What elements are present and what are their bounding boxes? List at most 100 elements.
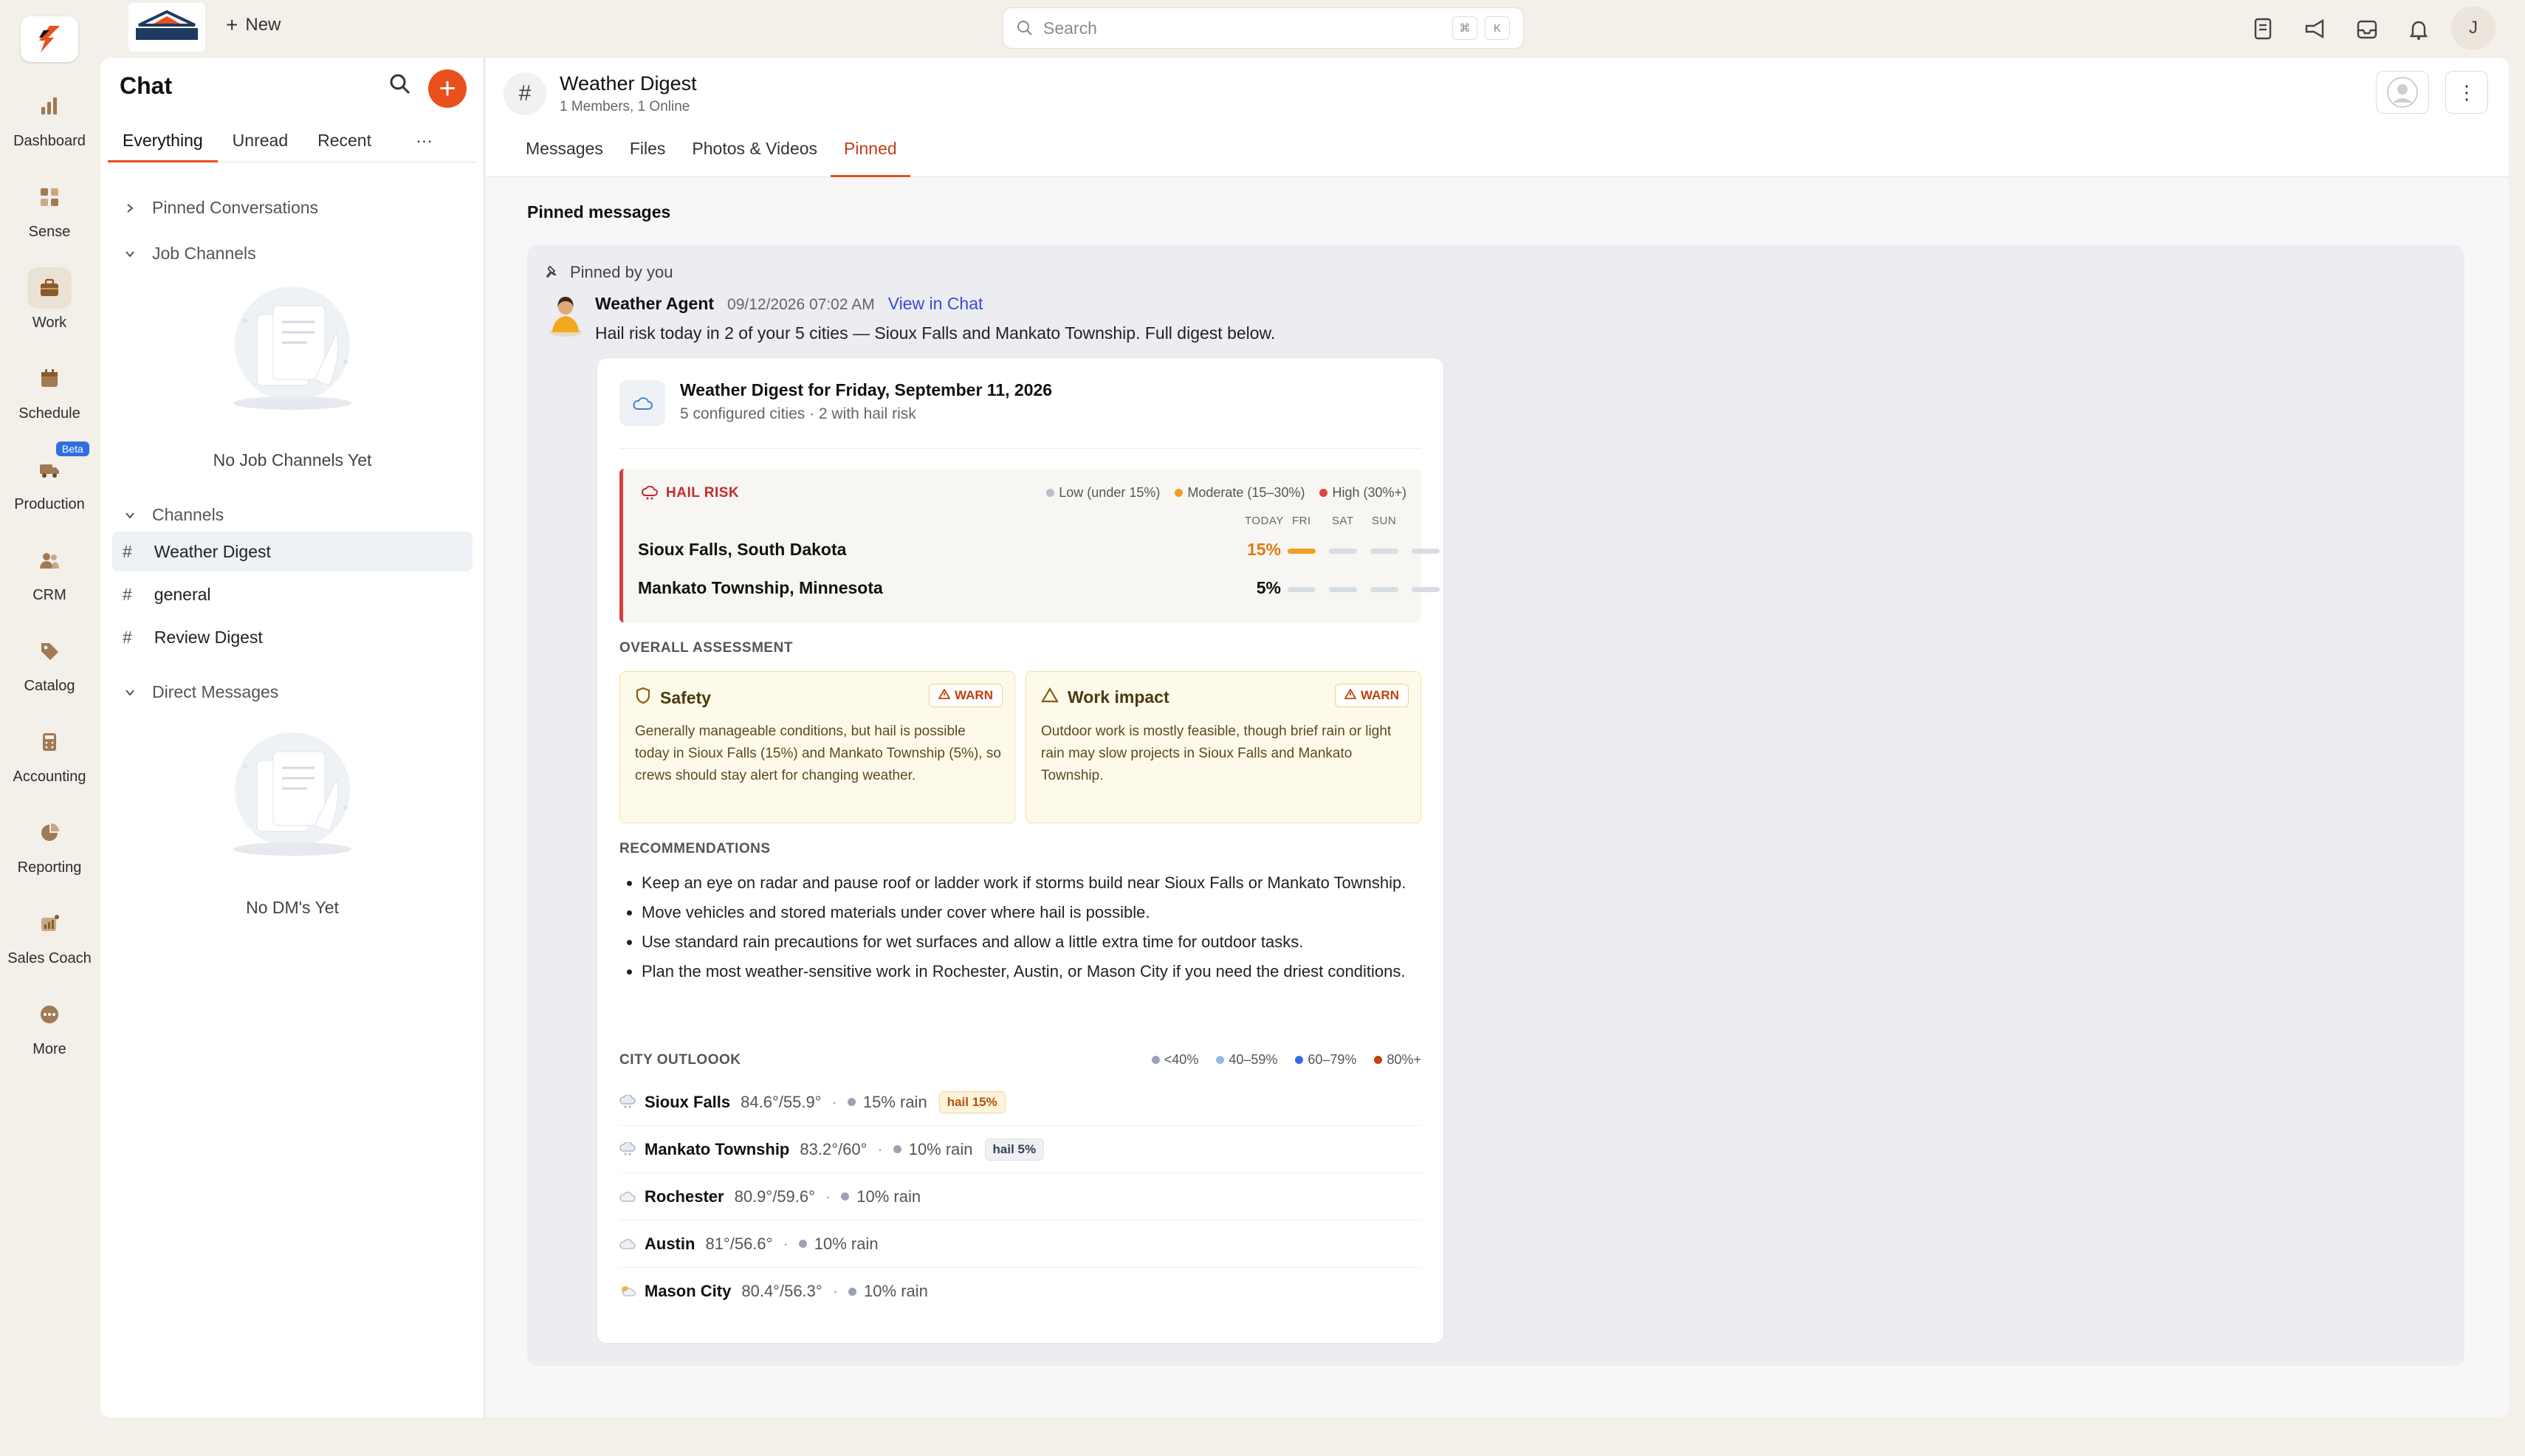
nav-item-sales-coach[interactable]: Sales Coach bbox=[0, 903, 99, 967]
channel-tabs: Messages Files Photos & Videos Pinned bbox=[512, 131, 910, 177]
tab-photos-videos[interactable]: Photos & Videos bbox=[679, 131, 831, 177]
city-rain: 15% rain bbox=[847, 1093, 927, 1112]
shield-icon bbox=[635, 687, 651, 709]
tab-files[interactable]: Files bbox=[616, 131, 679, 177]
inbox-icon[interactable] bbox=[2354, 16, 2380, 43]
tag-icon bbox=[27, 631, 72, 672]
calculator-icon bbox=[27, 721, 72, 763]
nav-label: CRM bbox=[32, 587, 66, 603]
warn-label: WARN bbox=[1361, 688, 1399, 702]
legend-dot bbox=[1319, 489, 1328, 497]
left-nav: Dashboard Sense Work Schedule Beta Production… bbox=[0, 0, 99, 1456]
city-row: Austin 81°/56.6° · 10% rain bbox=[619, 1220, 1421, 1268]
outlook-legend: <40% 40–59% 60–79% 80%+ bbox=[1151, 1052, 1421, 1068]
cloud-icon bbox=[619, 380, 665, 426]
nav-item-work[interactable]: Work bbox=[0, 267, 99, 332]
coach-icon bbox=[27, 903, 72, 944]
brand-logo[interactable] bbox=[128, 3, 205, 52]
pinned-heading: Pinned messages bbox=[527, 202, 671, 222]
warn-badge: WARN bbox=[1335, 684, 1409, 707]
pinned-by: Pinned by you bbox=[545, 263, 673, 282]
calendar-icon bbox=[27, 358, 72, 399]
hail-badge: hail 15% bbox=[938, 1091, 1006, 1113]
city-temp: 83.2°/60° bbox=[800, 1139, 868, 1158]
add-chat-button[interactable]: + bbox=[428, 69, 467, 108]
nav-item-catalog[interactable]: Catalog bbox=[0, 631, 99, 695]
more-tabs-icon[interactable]: ··· bbox=[401, 126, 447, 162]
nav-item-crm[interactable]: CRM bbox=[0, 540, 99, 604]
legend-dot bbox=[1175, 489, 1184, 497]
nav-item-production[interactable]: Beta Production bbox=[0, 442, 99, 513]
assessment-body: Generally manageable conditions, but hai… bbox=[635, 724, 1002, 783]
hail-risk-label: HAIL RISK bbox=[666, 485, 740, 501]
chevron-down-icon bbox=[123, 685, 137, 700]
legend-dot bbox=[1216, 1056, 1225, 1064]
nav-item-schedule[interactable]: Schedule bbox=[0, 358, 99, 422]
assessment-card-safety: Safety WARN Generally manageable condition… bbox=[619, 671, 1015, 823]
section-job-channels[interactable]: Job Channels bbox=[123, 244, 256, 264]
city-name: Mason City bbox=[645, 1282, 732, 1300]
cloud-hail-icon bbox=[641, 486, 658, 500]
nav-item-reporting[interactable]: Reporting bbox=[0, 812, 99, 876]
tab-everything[interactable]: Everything bbox=[108, 126, 218, 162]
legend-item: <40% bbox=[1151, 1052, 1198, 1068]
pin-icon bbox=[546, 265, 557, 278]
tab-recent[interactable]: Recent bbox=[303, 126, 386, 162]
hash-icon: # bbox=[123, 541, 132, 561]
city-row: Rochester 80.9°/59.6° · 10% rain bbox=[619, 1173, 1421, 1220]
city-row: Sioux Falls 84.6°/55.9° · 15% rain hail 15% bbox=[619, 1079, 1421, 1126]
nav-item-dashboard[interactable]: Dashboard bbox=[0, 86, 99, 150]
channel-item[interactable]: # Review Digest bbox=[112, 617, 473, 657]
member-avatar[interactable] bbox=[2376, 71, 2429, 114]
nav-label: Schedule bbox=[18, 405, 80, 422]
tab-unread[interactable]: Unread bbox=[218, 126, 303, 162]
briefcase-icon bbox=[27, 267, 72, 309]
tab-pinned[interactable]: Pinned bbox=[831, 131, 910, 177]
warn-label: WARN bbox=[955, 688, 993, 702]
search-input[interactable]: Search bbox=[1043, 18, 1445, 38]
new-button[interactable]: + New bbox=[226, 13, 281, 37]
risk-bar bbox=[1370, 549, 1398, 554]
legend-item: High (30%+) bbox=[1319, 485, 1406, 501]
search-bar[interactable]: Search ⌘ K bbox=[1003, 7, 1524, 49]
bell-icon[interactable] bbox=[2405, 16, 2432, 43]
view-in-chat-link[interactable]: View in Chat bbox=[888, 294, 983, 314]
city-name: Rochester bbox=[645, 1187, 724, 1206]
channel-item[interactable]: # Weather Digest bbox=[112, 532, 473, 571]
legend-dot bbox=[1295, 1056, 1304, 1064]
nav-item-more[interactable]: More bbox=[0, 994, 99, 1058]
section-direct-messages[interactable]: Direct Messages bbox=[123, 682, 278, 702]
assessment-card-work-impact: Work impact WARN Outdoor work is mostly fe… bbox=[1026, 671, 1421, 823]
dm-empty: No DM's Yet bbox=[246, 898, 339, 917]
cmd-key: ⌘ bbox=[1452, 16, 1477, 40]
section-channels[interactable]: Channels bbox=[123, 505, 224, 525]
digest-subtitle: 5 configured cities · 2 with hail risk bbox=[680, 405, 916, 422]
day-label: SUN bbox=[1372, 515, 1397, 527]
chat-panel: Chat + Everything Unread Recent ··· Pinned … bbox=[100, 58, 484, 1418]
user-avatar[interactable]: J bbox=[2451, 6, 2495, 50]
main-panel: # Weather Digest 1 Members, 1 Online Mes… bbox=[486, 58, 2509, 1418]
legend-item: 60–79% bbox=[1295, 1052, 1356, 1068]
search-icon[interactable] bbox=[388, 72, 418, 102]
more-options-button[interactable]: ⋮ bbox=[2445, 71, 2488, 114]
city-temp: 80.9°/59.6° bbox=[734, 1187, 815, 1206]
city-temp: 81°/56.6° bbox=[705, 1234, 773, 1253]
nav-item-accounting[interactable]: Accounting bbox=[0, 721, 99, 786]
tab-messages[interactable]: Messages bbox=[512, 131, 616, 177]
bar-chart-icon bbox=[27, 86, 72, 127]
section-pinned-conversations[interactable]: Pinned Conversations bbox=[123, 198, 318, 218]
channel-item[interactable]: # general bbox=[112, 574, 473, 614]
new-label: New bbox=[245, 15, 281, 35]
hash-icon: # bbox=[123, 627, 132, 647]
pinned-message: Pinned by you Weather Agent 09/12/2026 0… bbox=[527, 245, 2464, 1366]
city-name: Austin bbox=[645, 1234, 695, 1253]
nav-item-sense[interactable]: Sense bbox=[0, 176, 99, 241]
rain-level-dot bbox=[847, 1098, 856, 1106]
tasks-icon[interactable] bbox=[2250, 16, 2277, 43]
legend-item: 40–59% bbox=[1216, 1052, 1277, 1068]
megaphone-icon[interactable] bbox=[2302, 16, 2329, 43]
app-logo[interactable] bbox=[21, 16, 78, 62]
nav-label: Work bbox=[32, 315, 67, 331]
cloud-hail-icon bbox=[619, 1141, 636, 1157]
sender-name: Weather Agent bbox=[595, 294, 715, 313]
